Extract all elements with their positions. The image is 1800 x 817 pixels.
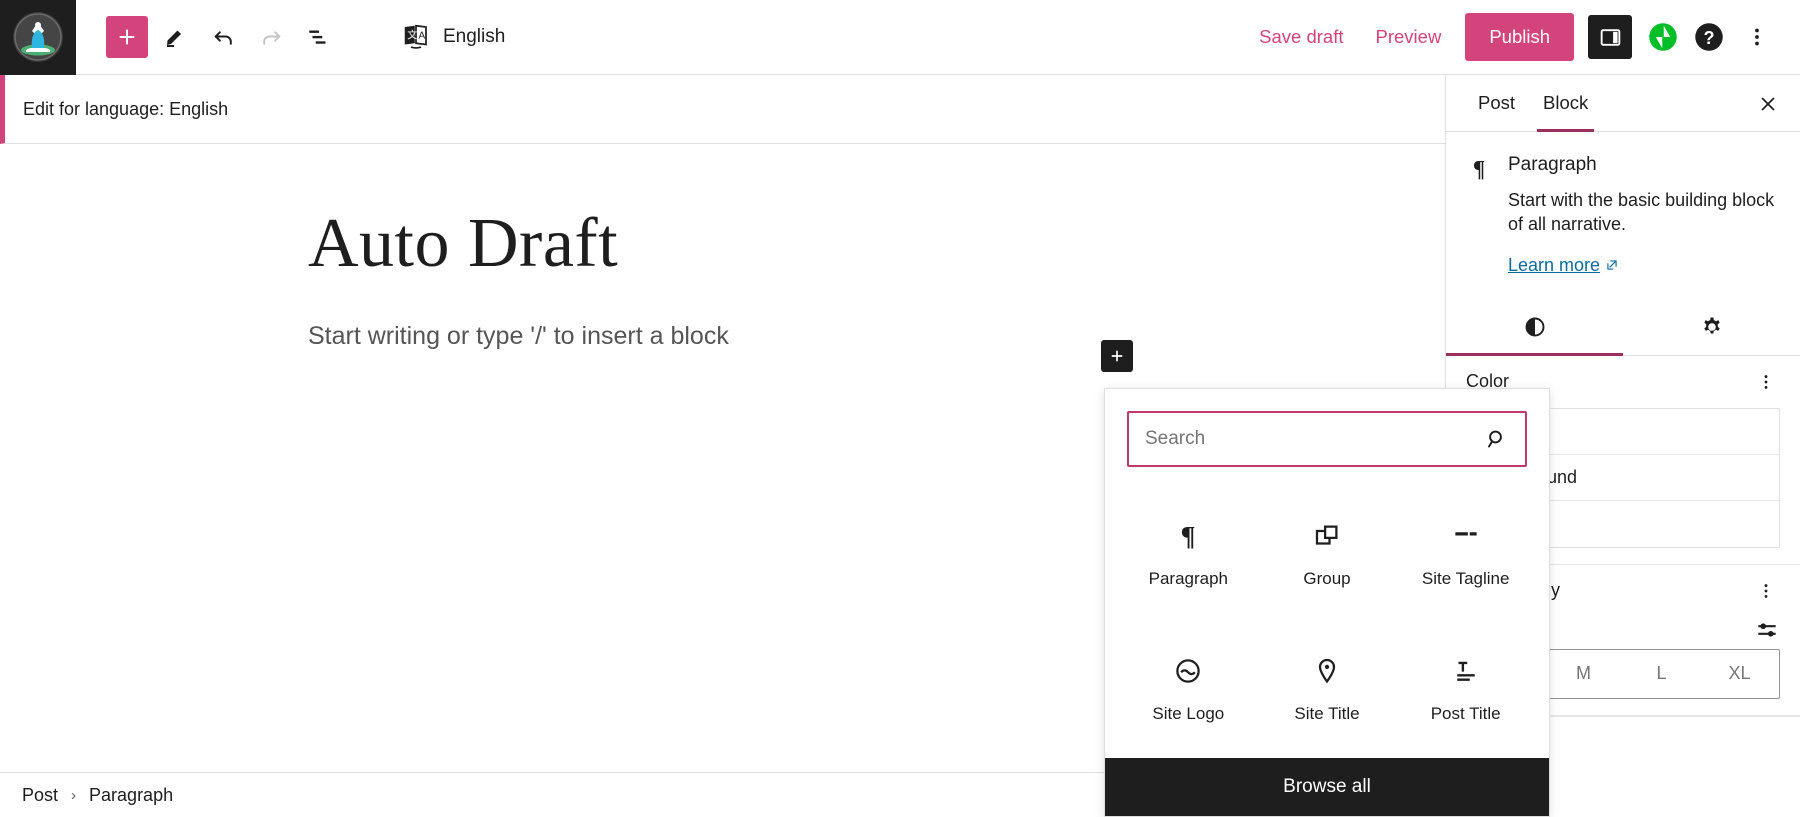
block-inserter-popover: ¶ Paragraph Group Site Tagline [1104, 388, 1550, 817]
font-size-option-l[interactable]: L [1623, 650, 1701, 698]
toolbar-left-group: 文 A English [76, 16, 505, 58]
close-sidebar-button[interactable] [1752, 88, 1784, 120]
inserter-search-area [1105, 389, 1549, 481]
preview-button[interactable]: Preview [1360, 16, 1458, 58]
jetpack-icon [1648, 22, 1678, 52]
svg-text:¶: ¶ [1473, 157, 1485, 182]
redo-icon [259, 25, 284, 50]
more-options-button[interactable] [1736, 16, 1778, 58]
paragraph-block-placeholder[interactable]: Start writing or type '/' to insert a bl… [308, 322, 1445, 351]
publish-button[interactable]: Publish [1465, 13, 1574, 61]
site-logo-icon [1173, 656, 1203, 686]
inserter-block-site-tagline[interactable]: Site Tagline [1396, 487, 1535, 623]
settings-tab[interactable] [1623, 300, 1800, 355]
sliders-icon [1754, 617, 1780, 643]
learn-more-label: Learn more [1508, 255, 1600, 276]
search-input[interactable] [1129, 413, 1485, 465]
svg-text:¶: ¶ [1181, 521, 1196, 551]
external-link-icon [1605, 258, 1619, 272]
sidebar-tab-bar: Post Block [1446, 75, 1800, 132]
inline-block-inserter-button[interactable] [1101, 340, 1133, 372]
site-logo-button[interactable] [0, 0, 76, 75]
kebab-menu-icon [1756, 581, 1776, 601]
jetpack-button[interactable] [1648, 22, 1678, 52]
block-card-description: Start with the basic building block of a… [1508, 188, 1780, 237]
contrast-icon [1523, 315, 1547, 339]
save-draft-button[interactable]: Save draft [1243, 16, 1359, 58]
svg-text:A: A [419, 30, 426, 41]
inserter-block-grid: ¶ Paragraph Group Site Tagline [1105, 481, 1549, 758]
undo-button[interactable] [202, 16, 244, 58]
translate-icon: 文 A [401, 22, 431, 52]
svg-text:?: ? [1703, 28, 1714, 48]
inserter-block-label: Site Title [1294, 704, 1359, 724]
block-card-title: Paragraph [1508, 154, 1780, 176]
color-panel-options-button[interactable] [1752, 368, 1780, 396]
inserter-block-label: Post Title [1431, 704, 1501, 724]
font-size-option-xl[interactable]: XL [1701, 650, 1779, 698]
close-icon [1757, 93, 1779, 115]
inserter-block-label: Group [1303, 569, 1350, 589]
breadcrumb-item-paragraph[interactable]: Paragraph [89, 785, 173, 806]
inserter-block-label: Paragraph [1149, 569, 1228, 589]
breadcrumb-item-post[interactable]: Post [22, 785, 58, 806]
language-label: English [443, 26, 505, 48]
gear-icon [1700, 315, 1724, 339]
sidebar-icon-tab-bar [1446, 300, 1800, 356]
settings-sidebar-toggle-button[interactable] [1588, 15, 1632, 59]
kebab-menu-icon [1745, 25, 1769, 49]
paragraph-icon: ¶ [1173, 521, 1203, 551]
inserter-block-label: Site Logo [1152, 704, 1224, 724]
undo-icon [211, 25, 236, 50]
inserter-block-post-title[interactable]: Post Title [1396, 623, 1535, 759]
styles-tab[interactable] [1446, 300, 1623, 355]
kebab-menu-icon [1756, 372, 1776, 392]
toolbar-right-group: Save draft Preview Publish ? [1243, 13, 1800, 61]
add-block-button[interactable] [106, 16, 148, 58]
edit-tool-icon [163, 25, 187, 49]
group-icon [1312, 521, 1342, 551]
tab-post[interactable]: Post [1464, 75, 1529, 131]
post-title-field[interactable]: Auto Draft [308, 204, 1445, 284]
plus-icon [116, 26, 138, 48]
browse-all-button[interactable]: Browse all [1105, 758, 1549, 816]
typography-panel-options-button[interactable] [1752, 577, 1780, 605]
list-view-icon [306, 24, 332, 50]
editor-top-toolbar: 文 A English Save draft Preview Publish [0, 0, 1800, 75]
wordpress-block-editor: 文 A English Save draft Preview Publish [0, 0, 1800, 817]
block-card: ¶ Paragraph Start with the basic buildin… [1446, 132, 1800, 294]
inserter-block-group[interactable]: Group [1258, 487, 1397, 623]
breadcrumb-separator-icon: › [71, 787, 76, 804]
language-edit-notice: Edit for language: English [0, 75, 1445, 144]
inserter-block-paragraph[interactable]: ¶ Paragraph [1119, 487, 1258, 623]
search-icon [1485, 427, 1525, 451]
document-overview-button[interactable] [298, 16, 340, 58]
post-title-icon [1451, 656, 1481, 686]
language-switcher[interactable]: 文 A English [401, 22, 505, 52]
plus-icon [1108, 347, 1126, 365]
edit-tool-button[interactable] [154, 16, 196, 58]
language-notice-text: Edit for language: English [23, 99, 228, 120]
site-title-icon [1312, 656, 1342, 686]
redo-button[interactable] [250, 16, 292, 58]
sidebar-panel-icon [1598, 25, 1623, 50]
inserter-block-site-title[interactable]: Site Title [1258, 623, 1397, 759]
font-size-option-m[interactable]: M [1545, 650, 1623, 698]
tab-block[interactable]: Block [1529, 75, 1602, 131]
learn-more-link[interactable]: Learn more [1508, 255, 1619, 276]
inserter-search-box[interactable] [1127, 411, 1527, 467]
help-button[interactable]: ? [1694, 22, 1724, 52]
inserter-block-label: Site Tagline [1422, 569, 1510, 589]
paragraph-icon: ¶ [1466, 156, 1492, 182]
site-tagline-icon [1451, 521, 1481, 551]
svg-text:文: 文 [407, 28, 417, 41]
help-icon: ? [1694, 22, 1724, 52]
yoga-site-logo-icon [13, 12, 63, 62]
inserter-block-site-logo[interactable]: Site Logo [1119, 623, 1258, 759]
